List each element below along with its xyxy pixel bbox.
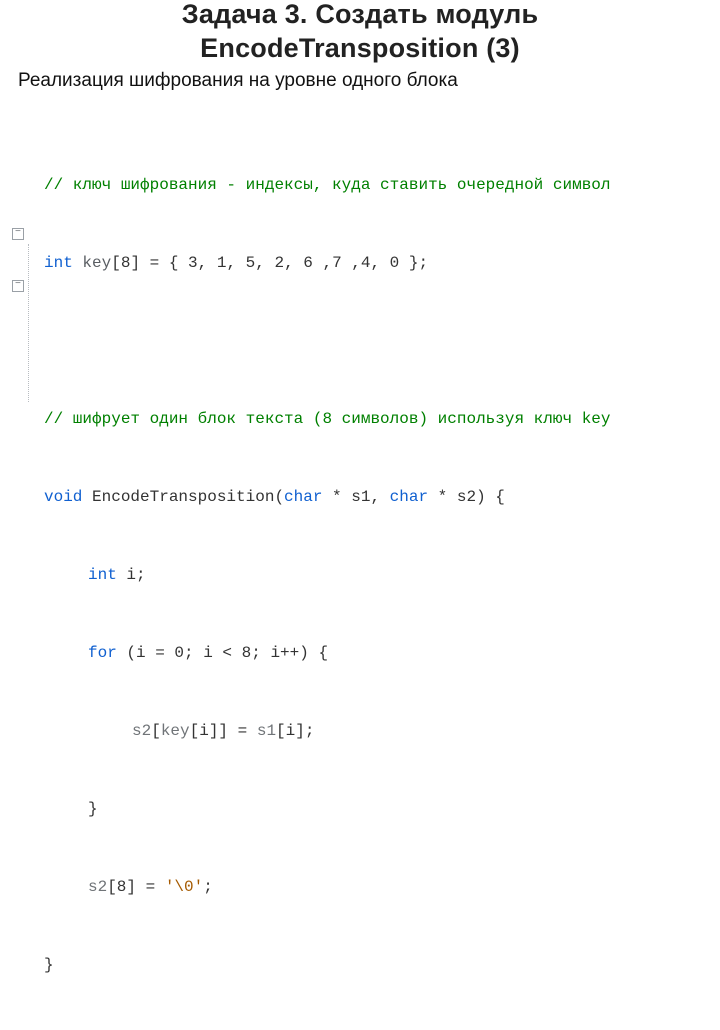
code-text: [i]] = — [190, 722, 257, 740]
code-gutter: − − — [0, 120, 30, 1030]
char-literal: '\0' — [165, 878, 203, 896]
keyword-for: for — [88, 644, 117, 662]
identifier: s2 — [88, 878, 107, 896]
keyword-char: char — [284, 488, 322, 506]
slide-title: Задача 3. Создать модуль EncodeTransposi… — [0, 0, 720, 66]
code-line: s2[8] = '\0'; — [44, 874, 720, 900]
code-text: [ — [151, 722, 161, 740]
identifier: key — [82, 254, 111, 272]
brace: } — [88, 800, 98, 818]
identifier: s2 — [132, 722, 151, 740]
title-line-1: Задача 3. Создать модуль — [182, 0, 539, 29]
code-block: − − // ключ шифрования - индексы, куда с… — [0, 120, 720, 1030]
slide-subtitle: Реализация шифрования на уровне одного б… — [18, 70, 720, 92]
identifier: s1 — [257, 722, 276, 740]
code-line: s2[key[i]] = s1[i]; — [44, 718, 720, 744]
code-text: [8] = — [107, 878, 165, 896]
code-text: [i]; — [276, 722, 314, 740]
code-line: int key[8] = { 3, 1, 5, 2, 6 ,7 ,4, 0 }; — [44, 250, 720, 276]
code-text: i; — [117, 566, 146, 584]
keyword-int: int — [44, 254, 73, 272]
code-line: void EncodeTransposition(char * s1, char… — [44, 484, 720, 510]
code-text: EncodeTransposition( — [82, 488, 284, 506]
code-line: // шифрует один блок текста (8 символов)… — [44, 406, 720, 432]
fold-guide-line — [28, 244, 29, 402]
fold-marker-icon[interactable]: − — [12, 280, 24, 292]
keyword-int: int — [88, 566, 117, 584]
fold-marker-icon[interactable]: − — [12, 228, 24, 240]
code-text: * s2) { — [428, 488, 505, 506]
comment: // ключ шифрования - индексы, куда стави… — [44, 176, 611, 194]
code-line: } — [44, 952, 720, 978]
code-text: (i = 0; i < 8; i++) { — [117, 644, 328, 662]
code-line: } — [44, 796, 720, 822]
identifier: key — [161, 722, 190, 740]
keyword-void: void — [44, 488, 82, 506]
code-line: // ключ шифрования - индексы, куда стави… — [44, 172, 720, 198]
keyword-char: char — [390, 488, 428, 506]
code-text: ; — [203, 878, 213, 896]
code-content: // ключ шифрования - индексы, куда стави… — [0, 120, 720, 1030]
code-text: * s1, — [322, 488, 389, 506]
comment: // шифрует один блок текста (8 символов)… — [44, 410, 611, 428]
title-line-2: EncodeTransposition (3) — [200, 33, 520, 63]
code-text: [8] = { 3, 1, 5, 2, 6 ,7 ,4, 0 }; — [111, 254, 428, 272]
brace: } — [44, 956, 54, 974]
code-line: for (i = 0; i < 8; i++) { — [44, 640, 720, 666]
code-line-blank — [44, 328, 720, 354]
code-line: int i; — [44, 562, 720, 588]
